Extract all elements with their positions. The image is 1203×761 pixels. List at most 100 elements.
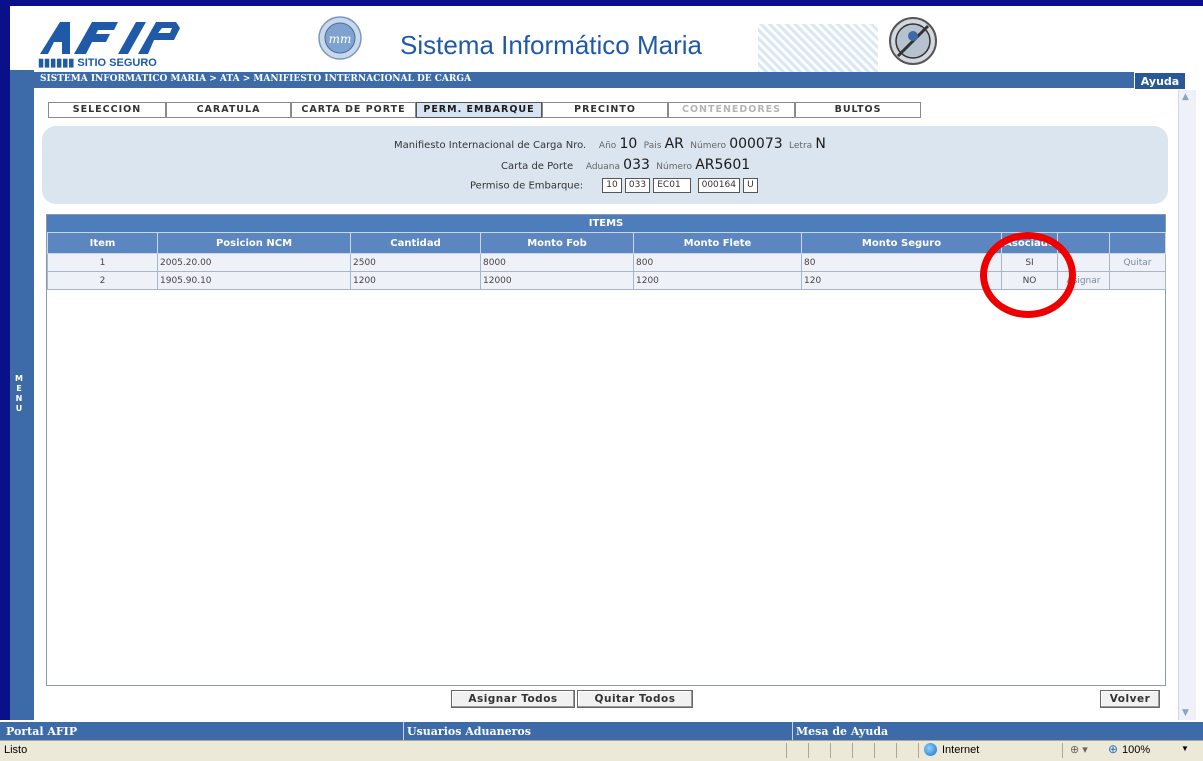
- decorative-pattern: [758, 24, 878, 74]
- col-cantidad: Cantidad: [350, 232, 481, 254]
- cell-flete: 800: [633, 253, 802, 272]
- portal-afip-link[interactable]: Portal AFIP: [6, 725, 77, 738]
- permiso-label: Permiso de Embarque:: [470, 180, 584, 192]
- zoom-level[interactable]: 100%: [1122, 744, 1150, 756]
- numero-value: 000073: [729, 136, 783, 152]
- cell-cantidad: 1200: [350, 271, 481, 290]
- zoom-icon[interactable]: ⊕: [1108, 742, 1118, 756]
- usuarios-aduaneros-link[interactable]: Usuarios Aduaneros: [407, 725, 531, 738]
- footer-divider: [403, 722, 404, 740]
- globe-icon: [924, 743, 937, 756]
- tab-perm-embarque[interactable]: PERM. EMBARQUE: [416, 102, 542, 118]
- vertical-scrollbar[interactable]: ▲ ▼: [1178, 90, 1196, 720]
- col-monto-flete: Monto Flete: [633, 232, 802, 254]
- side-menu-label[interactable]: MENU: [14, 374, 24, 414]
- remove-link[interactable]: Quitar: [1109, 253, 1166, 272]
- status-divider: [830, 743, 831, 758]
- sitio-seguro-label: ▮▮▮▮▮▮ SITIO SEGURO: [38, 57, 157, 69]
- col-monto-seguro: Monto Seguro: [801, 232, 1002, 254]
- carta-numero-label: Número: [656, 162, 693, 172]
- status-divider: [896, 743, 897, 758]
- status-divider: [786, 743, 787, 758]
- manifest-label: Manifiesto Internacional de Carga Nro.: [394, 140, 587, 151]
- footer-divider: [792, 722, 793, 740]
- permiso-anio-field: 10: [602, 178, 622, 193]
- tab-strip: SELECCION CARATULA CARTA DE PORTE PERM. …: [48, 102, 921, 118]
- quitar-todos-button[interactable]: Quitar Todos: [577, 690, 693, 708]
- security-zone-icon[interactable]: ⊕ ▾: [1070, 743, 1088, 756]
- scroll-down-icon[interactable]: ▼: [1182, 708, 1189, 718]
- status-divider: [918, 743, 919, 758]
- aduana-label: Aduana: [585, 162, 620, 172]
- svg-text:mm: mm: [329, 32, 352, 46]
- col-action-remove: [1109, 232, 1166, 254]
- maria-seal-icon: mm: [318, 16, 362, 63]
- tab-seleccion[interactable]: SELECCION: [48, 102, 166, 118]
- status-divider: [874, 743, 875, 758]
- manifest-row: Manifiesto Internacional de Carga Nro. A…: [394, 136, 826, 152]
- tab-carta-de-porte[interactable]: CARTA DE PORTE: [291, 102, 416, 118]
- zoom-dropdown-icon[interactable]: ▼: [1181, 744, 1189, 753]
- cell-asociado: SI: [1001, 253, 1058, 272]
- zone-label: Internet: [942, 744, 980, 756]
- cell-item: 1: [47, 253, 158, 272]
- afip-logo: [34, 18, 184, 61]
- asignar-todos-button[interactable]: Asignar Todos: [451, 690, 575, 708]
- col-action-assign: [1057, 232, 1110, 254]
- assign-link[interactable]: Asignar: [1057, 271, 1110, 290]
- help-button[interactable]: Ayuda: [1134, 72, 1186, 90]
- carta-label: Carta de Porte: [501, 161, 574, 172]
- letra-label: Letra: [789, 141, 813, 151]
- pais-value: AR: [664, 136, 684, 152]
- volver-button[interactable]: Volver: [1100, 690, 1160, 708]
- col-asociado: Asociado: [1001, 232, 1058, 254]
- tab-contenedores: CONTENEDORES: [668, 102, 795, 118]
- breadcrumb: SISTEMA INFORMATICO MARIA > ATA > MANIFI…: [40, 74, 472, 84]
- page-header: ▮▮▮▮▮▮ SITIO SEGURO mm Sistema Informáti…: [10, 6, 1185, 74]
- col-monto-fob: Monto Fob: [480, 232, 634, 254]
- col-item: Item: [47, 232, 158, 254]
- col-posicion-ncm: Posicion NCM: [157, 232, 351, 254]
- permiso-numero-field: 000164: [697, 178, 740, 193]
- anio-label: Año: [598, 141, 617, 151]
- breadcrumb-bar: SISTEMA INFORMATICO MARIA > ATA > MANIFI…: [34, 72, 1185, 88]
- table-row: 2 1905.90.10 1200 12000 1200 120 NO Asig…: [47, 271, 1166, 290]
- security-seal-icon: [888, 16, 938, 69]
- status-divider: [1062, 743, 1063, 758]
- status-divider: [852, 743, 853, 758]
- carta-numero-value: AR5601: [695, 157, 751, 173]
- permiso-row: Permiso de Embarque: 10 033 EC01 000164 …: [470, 178, 758, 193]
- cell-asociado: NO: [1001, 271, 1058, 290]
- cell-cantidad: 2500: [350, 253, 481, 272]
- pais-label: Pais: [643, 141, 662, 151]
- table-row: 1 2005.20.00 2500 8000 800 80 SI Quitar: [47, 253, 1166, 272]
- items-title: ITEMS: [47, 215, 1165, 232]
- status-text: Listo: [4, 744, 28, 756]
- permiso-aduana-field: 033: [624, 178, 651, 193]
- cell-fob: 8000: [480, 253, 634, 272]
- mesa-de-ayuda-link[interactable]: Mesa de Ayuda: [796, 725, 888, 738]
- scroll-up-icon[interactable]: ▲: [1182, 92, 1189, 102]
- carta-row: Carta de Porte Aduana 033 Número AR5601: [501, 157, 750, 173]
- window-left-border: [0, 0, 10, 720]
- permiso-tipo-field: EC01: [653, 178, 692, 193]
- table-header-row: Item Posicion NCM Cantidad Monto Fob Mon…: [47, 232, 1166, 254]
- items-table: Item Posicion NCM Cantidad Monto Fob Mon…: [47, 232, 1166, 290]
- cell-ncm: 2005.20.00: [157, 253, 351, 272]
- cell-fob: 12000: [480, 271, 634, 290]
- manifest-info-panel: Manifiesto Internacional de Carga Nro. A…: [42, 126, 1168, 204]
- cell-seguro: 120: [801, 271, 1002, 290]
- tab-caratula[interactable]: CARATULA: [166, 102, 291, 118]
- assign-link: [1057, 253, 1110, 272]
- numero-label: Número: [690, 141, 727, 151]
- items-panel: ITEMS Item Posicion NCM Cantidad Monto F…: [46, 214, 1166, 686]
- footer-bar: Portal AFIP Usuarios Aduaneros Mesa de A…: [0, 722, 1203, 740]
- cell-ncm: 1905.90.10: [157, 271, 351, 290]
- letra-value: N: [815, 136, 826, 152]
- tab-precinto[interactable]: PRECINTO: [542, 102, 668, 118]
- remove-link: [1109, 271, 1166, 290]
- browser-status-bar: Listo Internet ⊕ ▾ ⊕ 100% ▼: [0, 740, 1203, 761]
- system-title: Sistema Informático Maria: [400, 30, 702, 60]
- tab-bultos[interactable]: BULTOS: [795, 102, 921, 118]
- cell-flete: 1200: [633, 271, 802, 290]
